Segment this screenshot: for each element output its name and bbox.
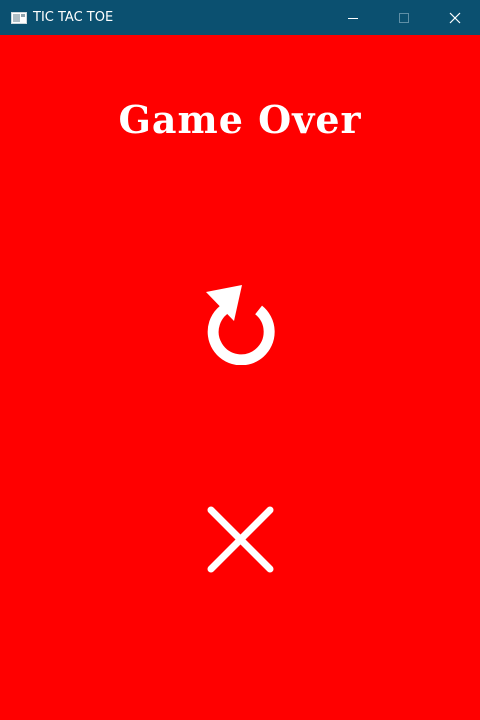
game-over-heading: Game Over xyxy=(118,97,362,142)
close-x-icon xyxy=(207,506,274,573)
restart-icon xyxy=(206,285,275,366)
window-title: TIC TAC TOE xyxy=(33,10,114,25)
maximize-button[interactable] xyxy=(378,0,429,35)
game-window: TIC TAC TOE Game Over xyxy=(0,0,480,720)
game-over-screen: Game Over xyxy=(0,35,480,720)
restart-button[interactable] xyxy=(200,283,282,366)
quit-button[interactable] xyxy=(205,505,277,577)
minimize-button[interactable] xyxy=(327,0,378,35)
window-icon xyxy=(11,11,27,24)
window-controls xyxy=(327,0,480,35)
maximize-icon xyxy=(398,12,409,23)
close-button[interactable] xyxy=(429,0,480,35)
close-icon xyxy=(449,12,460,23)
minimize-icon xyxy=(347,17,358,19)
title-bar[interactable]: TIC TAC TOE xyxy=(0,0,480,35)
